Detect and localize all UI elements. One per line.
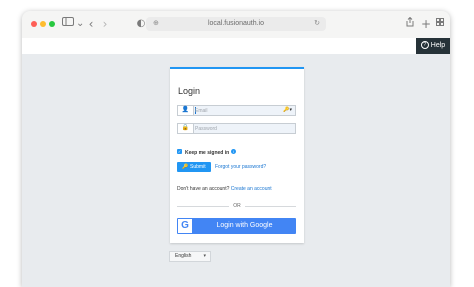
google-login-button[interactable]: G Login with Google xyxy=(177,218,296,234)
email-input[interactable] xyxy=(195,106,281,115)
chevron-down-icon[interactable]: ⌄ xyxy=(76,17,84,31)
close-window-button[interactable] xyxy=(31,21,37,27)
remember-me[interactable]: ✓ Keep me signed in i xyxy=(177,149,237,157)
language-value: English xyxy=(175,253,192,259)
google-icon: G xyxy=(178,219,192,233)
lock-icon: 🔒 xyxy=(178,124,194,133)
zoom-window-button[interactable] xyxy=(49,21,55,27)
tab-overview-icon[interactable] xyxy=(435,17,445,31)
forgot-password-link[interactable]: Forgot your password? xyxy=(215,162,266,172)
create-account-link[interactable]: Create an account xyxy=(231,186,272,192)
help-label: Help xyxy=(430,42,446,49)
browser-toolbar: ⌄ ‹ › ◐ ⊕ local.fusionauth.io ↻ + xyxy=(22,11,450,39)
back-icon[interactable]: ‹ xyxy=(86,17,96,31)
remember-checkbox[interactable]: ✓ xyxy=(177,149,182,155)
user-icon: 👤 xyxy=(178,106,194,115)
info-icon[interactable]: i xyxy=(231,149,237,155)
app-header: ? Help xyxy=(22,38,450,54)
remember-label: Keep me signed in xyxy=(185,150,230,156)
submit-label: Submit xyxy=(190,164,206,170)
or-separator: OR xyxy=(233,203,241,209)
page-title: Login xyxy=(178,86,201,96)
language-select[interactable]: English ▾ xyxy=(169,251,211,262)
reload-icon[interactable]: ↻ xyxy=(314,17,320,31)
minimize-window-button[interactable] xyxy=(40,21,46,27)
divider-left xyxy=(177,206,229,207)
login-panel: Login 👤 🔑▾ 🔒 ✓Keep me signed ini 🔑 Submi… xyxy=(170,67,304,243)
forward-icon[interactable]: › xyxy=(100,17,110,31)
new-tab-icon[interactable]: + xyxy=(421,17,431,31)
share-icon[interactable] xyxy=(405,16,415,31)
help-icon: ? xyxy=(420,41,429,50)
divider-right xyxy=(245,206,296,207)
privacy-shield-icon[interactable]: ◐ xyxy=(136,17,146,31)
email-field[interactable]: 👤 🔑▾ xyxy=(177,105,296,116)
sidebar-icon[interactable] xyxy=(60,17,76,31)
submit-button[interactable]: 🔑 Submit xyxy=(177,162,211,172)
key-icon: 🔑 xyxy=(182,164,189,170)
url-text[interactable]: local.fusionauth.io xyxy=(146,17,326,31)
address-bar[interactable]: ⊕ local.fusionauth.io ↻ xyxy=(146,17,326,31)
google-login-label: Login with Google xyxy=(216,222,273,229)
password-field[interactable]: 🔒 xyxy=(177,123,296,134)
no-account-text: Don't have an account? xyxy=(177,186,230,192)
help-button[interactable]: ? Help xyxy=(416,38,450,54)
chevron-down-icon: ▾ xyxy=(203,253,206,259)
browser-window: ⌄ ‹ › ◐ ⊕ local.fusionauth.io ↻ + ? Help… xyxy=(22,11,450,287)
password-manager-icon[interactable]: 🔑▾ xyxy=(283,106,292,115)
no-account-row: Don't have an account? Create an account xyxy=(177,185,272,193)
password-input[interactable] xyxy=(195,124,281,133)
